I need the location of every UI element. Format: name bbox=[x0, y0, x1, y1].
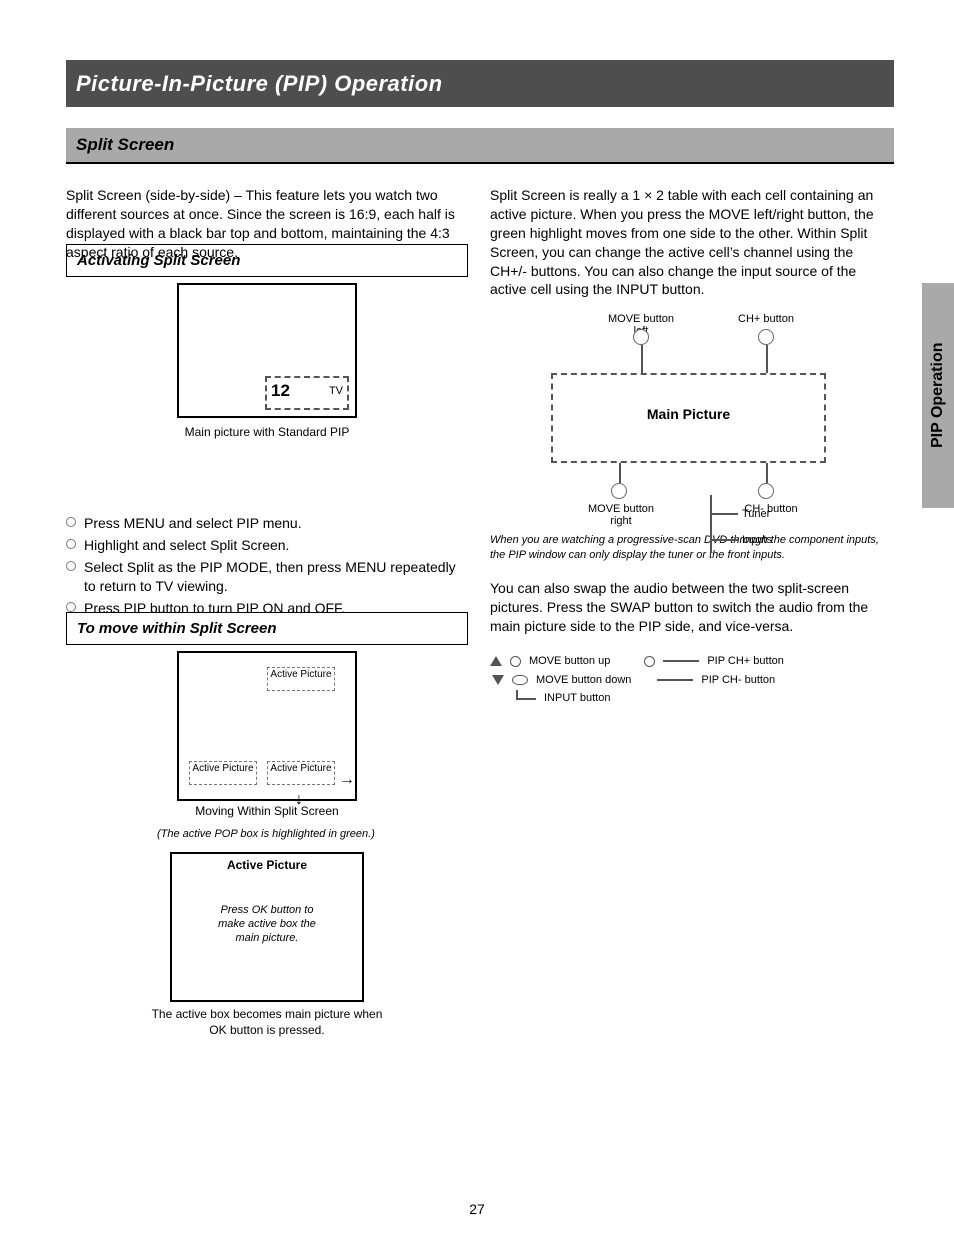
up-triangle-icon bbox=[490, 656, 502, 666]
legend-3: INPUT button bbox=[544, 691, 610, 706]
big-tv-line1: Press OK button to bbox=[172, 904, 362, 918]
active-picture-tag: Active Picture bbox=[172, 858, 362, 873]
move-caption: Moving Within Split Screen bbox=[157, 803, 377, 819]
oval-icon bbox=[512, 675, 528, 685]
active-slot-a: Active Picture bbox=[267, 667, 335, 691]
radio-dot-icon bbox=[66, 602, 76, 612]
swap-paragraph: You can also swap the audio between the … bbox=[490, 579, 892, 636]
arrow-down-icon: ↓ bbox=[295, 789, 303, 811]
tv-illustration-move: Active Picture Active Picture Active Pic… bbox=[177, 651, 357, 801]
active-slot-c: Active Picture bbox=[267, 761, 335, 785]
connector-line bbox=[641, 345, 643, 373]
activating-heading: Activating Split Screen bbox=[66, 244, 468, 277]
tv-illustration-fullscreen: Active Picture Press OK button to make a… bbox=[170, 852, 364, 1002]
dash-icon bbox=[657, 679, 693, 681]
connector-line bbox=[619, 463, 621, 483]
arrow-right-icon: → bbox=[339, 769, 355, 791]
title-belt: Picture-In-Picture (PIP) Operation bbox=[66, 60, 894, 107]
elbow-icon bbox=[516, 690, 536, 700]
page-number: 27 bbox=[0, 1200, 954, 1219]
legend-2b: PIP CH- button bbox=[701, 673, 775, 688]
diag-label-top-right: CH+ button bbox=[736, 313, 796, 325]
active-slot-b: Active Picture bbox=[189, 761, 257, 785]
move-heading: To move within Split Screen bbox=[66, 612, 468, 645]
radio-dot-icon bbox=[66, 517, 76, 527]
connector-line bbox=[766, 463, 768, 483]
legend-1a: MOVE button up bbox=[529, 654, 610, 669]
circle-icon bbox=[758, 483, 774, 499]
progressive-scan-note: When you are watching a progressive-scan… bbox=[490, 533, 892, 563]
big-tv-line2: make active box the bbox=[172, 918, 362, 932]
sub-belt: Split Screen bbox=[66, 128, 894, 164]
diag-main-label: Main Picture bbox=[551, 405, 826, 424]
circle-icon bbox=[758, 329, 774, 345]
big-tv-line3: main picture. bbox=[172, 932, 362, 946]
side-tab: PIP Operation bbox=[922, 283, 954, 508]
pip-source-label: TV bbox=[329, 384, 343, 399]
connector-line bbox=[766, 345, 768, 373]
step-1: Press MENU and select PIP menu. bbox=[84, 514, 302, 533]
diag-label-bot-left: MOVE button right bbox=[586, 503, 656, 527]
move-warning: (The active POP box is highlighted in gr… bbox=[157, 827, 377, 842]
radio-dot-icon bbox=[66, 539, 76, 549]
down-triangle-icon bbox=[492, 675, 504, 685]
circle-icon bbox=[633, 329, 649, 345]
ring-icon bbox=[510, 656, 521, 667]
tv-caption-1: Main picture with Standard PIP bbox=[66, 424, 468, 440]
legend-2a: MOVE button down bbox=[536, 673, 631, 688]
step-3: Select Split as the PIP MODE, then press… bbox=[84, 558, 468, 596]
ring-icon bbox=[644, 656, 655, 667]
big-tv-caption: The active box becomes main picture when… bbox=[147, 1006, 387, 1038]
tv-illustration-standard-pip: 12 TV bbox=[177, 283, 357, 418]
step-2: Highlight and select Split Screen. bbox=[84, 536, 289, 555]
diag-tree-1: Tuner bbox=[742, 507, 770, 522]
diag-tree-2: Inputs bbox=[742, 533, 772, 548]
steps-list: Press MENU and select PIP menu. Highligh… bbox=[66, 514, 468, 617]
right-column-paragraph: Split Screen is really a 1 × 2 table wit… bbox=[490, 186, 892, 299]
dash-icon bbox=[663, 660, 699, 662]
legend-1b: PIP CH+ button bbox=[707, 654, 784, 669]
button-legend: MOVE button up PIP CH+ button MOVE butto… bbox=[490, 654, 892, 707]
circle-icon bbox=[611, 483, 627, 499]
pip-channel-number: 12 bbox=[271, 380, 290, 403]
pip-inset: 12 TV bbox=[265, 376, 349, 410]
radio-dot-icon bbox=[66, 561, 76, 571]
split-screen-diagram: MOVE button left CH+ button Main Picture… bbox=[526, 313, 856, 513]
